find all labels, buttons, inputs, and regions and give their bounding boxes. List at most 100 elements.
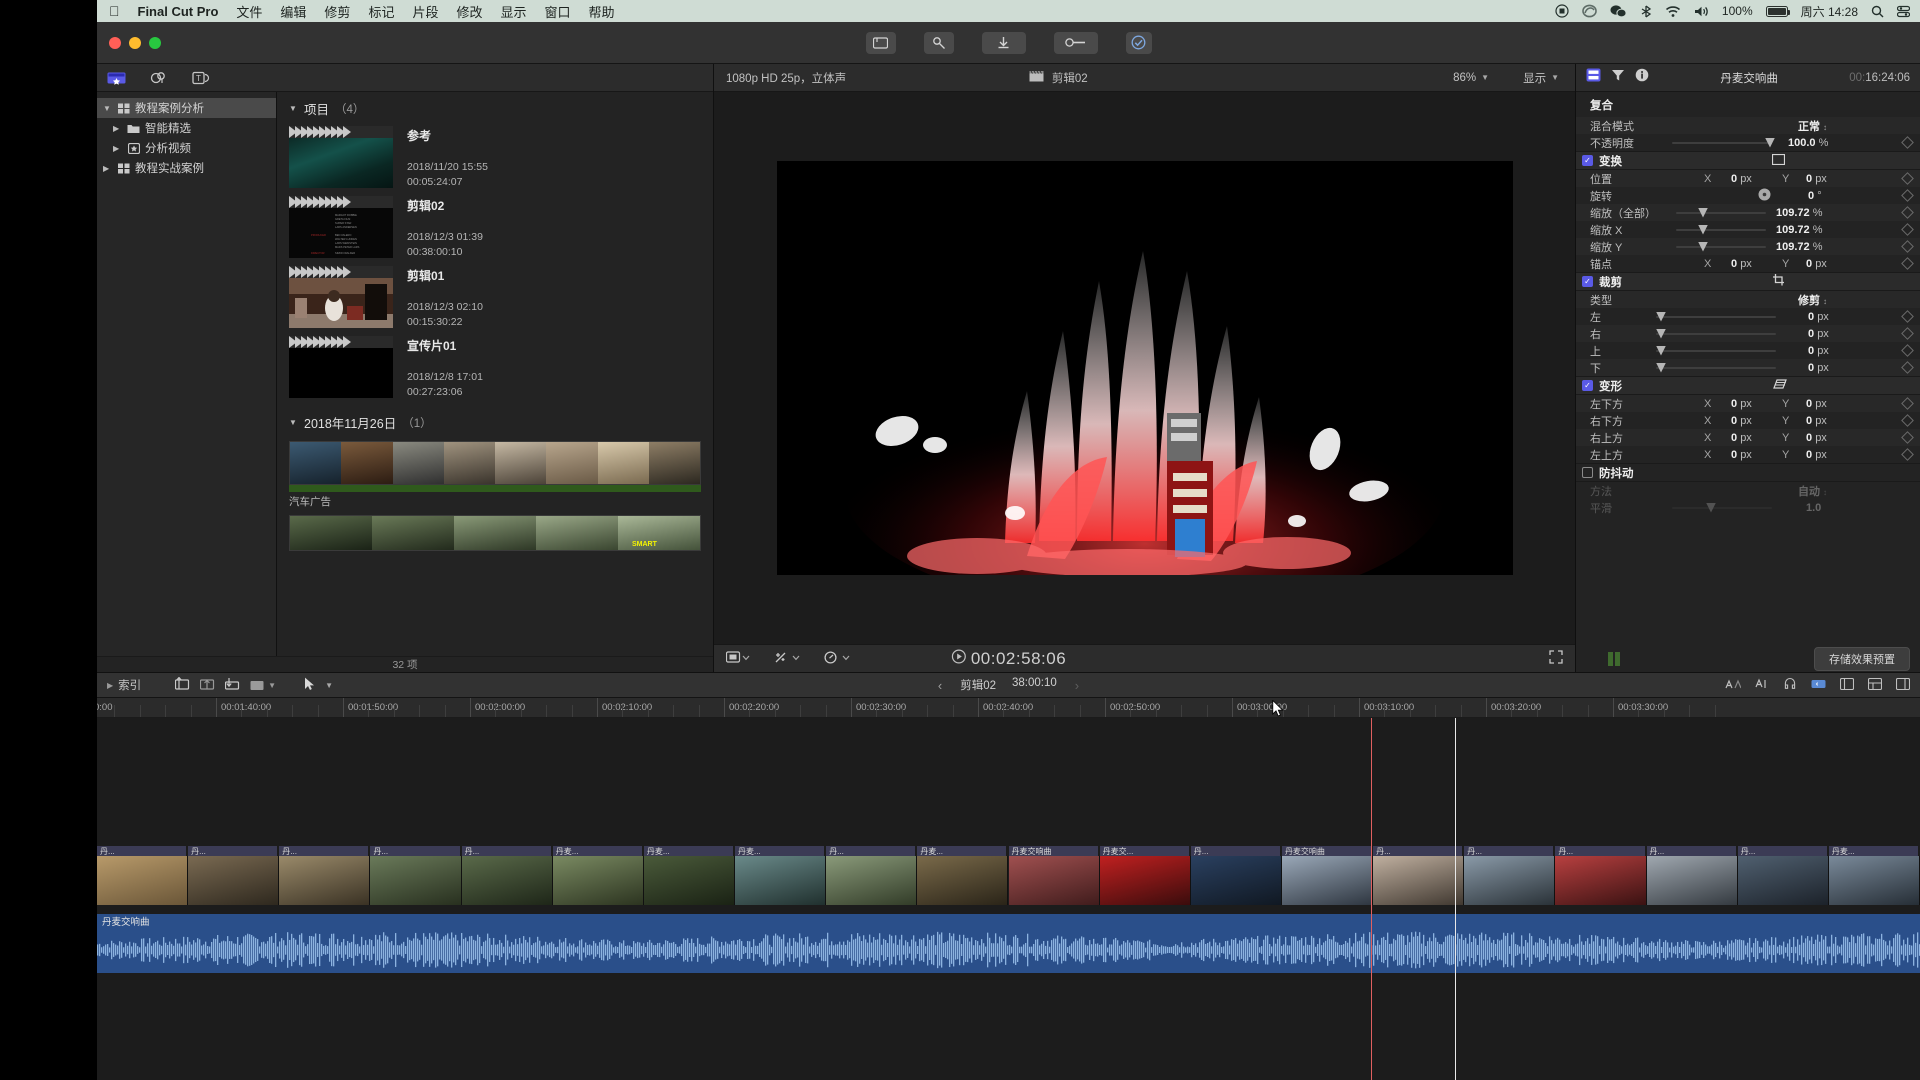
chevron-right-icon[interactable]: ›	[1075, 678, 1079, 693]
timeline-clip-label[interactable]: 丹...	[826, 846, 916, 856]
spotlight-icon[interactable]	[1871, 5, 1884, 18]
value-position-y[interactable]: 0 px	[1806, 173, 1827, 185]
slider-knob[interactable]	[1765, 137, 1775, 148]
audio-icon[interactable]	[1811, 678, 1826, 693]
library-sidebar-icon[interactable]	[105, 69, 127, 87]
timeline-canvas[interactable]: 丹... 丹... 丹... 丹... 丹... 丹麦... 丹麦... 丹麦... 丹... 丹…	[97, 718, 1920, 1080]
viewer-zoom-menu[interactable]: 86% ▼	[1453, 72, 1489, 84]
row-position[interactable]: 位置 X 0 px Y 0 px	[1576, 170, 1920, 187]
slider-opacity[interactable]	[1672, 137, 1775, 148]
slider-crop-top[interactable]	[1656, 345, 1776, 356]
menu-item-window[interactable]: 窗口	[545, 2, 571, 21]
audio-clip-track[interactable]: 丹麦交响曲	[97, 914, 1920, 973]
timeline-clip-label[interactable]: 丹麦...	[552, 846, 642, 856]
disclosure-triangle-icon[interactable]: ▼	[289, 418, 298, 427]
info-inspector-icon[interactable]	[1635, 68, 1649, 87]
keyframe-button[interactable]	[1901, 361, 1914, 374]
timeline-clip-label[interactable]: 丹...	[461, 846, 551, 856]
sidebar-item-library-2[interactable]: ▶ 教程实战案例	[97, 158, 276, 178]
value-crop-top[interactable]: 0 px	[1808, 345, 1829, 357]
distort-checkbox[interactable]: ✓	[1582, 380, 1593, 391]
select-tool-icon[interactable]	[304, 677, 315, 694]
event-clip-list[interactable]: ▼ 项目 （4） 参考 2018/11/20 15:55 00:05:24:07…	[277, 92, 713, 656]
timeline-video-clip[interactable]	[97, 856, 189, 905]
value-distort-tl-x[interactable]: 0 px	[1731, 449, 1752, 461]
timeline-video-clip[interactable]	[1281, 856, 1374, 905]
color-inspector-icon[interactable]	[1611, 68, 1625, 87]
value-scale-x[interactable]: 109.72 %	[1776, 224, 1823, 236]
sidebar-item-smart-collection[interactable]: ▶ 智能精选	[97, 118, 276, 138]
row-crop-left[interactable]: 左 0 px	[1576, 308, 1920, 325]
row-crop-bottom[interactable]: 下 0 px	[1576, 359, 1920, 376]
menu-item-trim[interactable]: 修剪	[324, 2, 350, 21]
primary-storyline[interactable]: 丹... 丹... 丹... 丹... 丹... 丹麦... 丹麦... 丹麦... 丹... 丹…	[97, 846, 1920, 906]
timeline-clip-label[interactable]: 丹麦交响曲	[1008, 846, 1098, 856]
chevron-down-icon[interactable]: ▼	[325, 681, 333, 690]
append-icon[interactable]	[200, 677, 215, 694]
list-item[interactable]: MARGOT ROBBIE GRETA FILM SUPER STAR LARS A…	[277, 193, 713, 263]
viewer-canvas[interactable]	[714, 92, 1575, 644]
menu-item-help[interactable]: 帮助	[589, 2, 615, 21]
timeline-video-clip[interactable]	[735, 856, 827, 905]
transform-checkbox[interactable]: ✓	[1582, 155, 1593, 166]
section-header-distort[interactable]: ✓ 变形	[1576, 376, 1920, 395]
row-scale-all[interactable]: 缩放（全部） 109.72 %	[1576, 204, 1920, 221]
media-import-icon[interactable]	[865, 31, 896, 54]
disclosure-triangle-icon[interactable]: ▶	[113, 144, 122, 153]
timeline-clip-label[interactable]: 丹...	[1555, 846, 1645, 856]
value-anchor-x[interactable]: 0 px	[1731, 258, 1752, 270]
timeline-video-clip[interactable]	[461, 856, 553, 905]
clip-thumbnail[interactable]	[289, 126, 393, 190]
slider-scale-y[interactable]	[1676, 241, 1766, 252]
rotation-dial[interactable]	[1758, 188, 1771, 204]
menu-item-mark[interactable]: 标记	[368, 2, 394, 21]
slider-crop-left[interactable]	[1656, 311, 1776, 322]
minimize-button[interactable]	[129, 36, 141, 49]
menu-item-edit[interactable]: 编辑	[280, 2, 306, 21]
bluetooth-icon[interactable]	[1640, 4, 1652, 18]
value-anchor-y[interactable]: 0 px	[1806, 258, 1827, 270]
value-distort-tl-y[interactable]: 0 px	[1806, 449, 1827, 461]
audio-meter-icon[interactable]	[1725, 678, 1742, 693]
timeline-video-clip[interactable]	[1373, 856, 1465, 905]
value-distort-bl-x[interactable]: 0 px	[1731, 398, 1752, 410]
keyframe-button[interactable]	[1901, 431, 1914, 444]
clip-thumbnail[interactable]: MARGOT ROBBIE GRETA FILM SUPER STAR LARS A…	[289, 196, 393, 260]
photos-audio-icon[interactable]	[147, 69, 169, 87]
value-opacity[interactable]: 100.0 %	[1788, 137, 1828, 149]
row-scale-y[interactable]: 缩放 Y 109.72 %	[1576, 238, 1920, 255]
menu-item-view[interactable]: 显示	[500, 2, 526, 21]
crop-onscreen-controls-icon[interactable]	[1772, 274, 1786, 289]
battery-icon[interactable]	[1765, 5, 1791, 17]
row-rotation[interactable]: 旋转 0 °	[1576, 187, 1920, 204]
appearance-icon[interactable]	[1895, 677, 1911, 693]
menu-app-name[interactable]: Final Cut Pro	[138, 4, 219, 19]
value-distort-bl-y[interactable]: 0 px	[1806, 398, 1827, 410]
value-crop-right[interactable]: 0 px	[1808, 328, 1829, 340]
wechat-icon[interactable]	[1610, 4, 1627, 18]
distort-onscreen-controls-icon[interactable]	[1772, 378, 1787, 393]
timeline-video-clip[interactable]	[1828, 856, 1920, 905]
slider-knob[interactable]	[1698, 241, 1708, 252]
viewer-display-options-icon[interactable]	[725, 651, 750, 666]
inspector-body[interactable]: 复合 混合模式 正常 ↕ 不透明度 100.0 % ✓ 变换 位置 X 0 px…	[1576, 92, 1920, 646]
value-distort-tr-y[interactable]: 0 px	[1806, 432, 1827, 444]
keyframe-button[interactable]	[1901, 136, 1914, 149]
slider-knob[interactable]	[1698, 207, 1708, 218]
playhead[interactable]	[1455, 718, 1456, 1080]
disclosure-triangle-icon[interactable]: ▼	[103, 104, 112, 113]
timeline-clip-label[interactable]: 丹...	[1190, 846, 1280, 856]
retime-icon[interactable]	[1053, 31, 1098, 54]
timeline-video-clip[interactable]	[1737, 856, 1829, 905]
control-center-icon[interactable]	[1897, 5, 1910, 18]
insert-icon[interactable]	[175, 676, 190, 694]
value-crop-left[interactable]: 0 px	[1808, 311, 1829, 323]
filmstrip-clip[interactable]: SMART	[289, 515, 701, 551]
timeline-video-clip[interactable]	[1464, 856, 1556, 905]
chevron-left-icon[interactable]: ‹	[938, 678, 942, 693]
row-blend-mode[interactable]: 混合模式 正常 ↕	[1576, 117, 1920, 134]
keyframe-button[interactable]	[1901, 189, 1914, 202]
clip-thumbnail[interactable]	[289, 336, 393, 400]
timeline-clip-label[interactable]: 丹麦...	[735, 846, 825, 856]
keyframe-button[interactable]	[1901, 327, 1914, 340]
